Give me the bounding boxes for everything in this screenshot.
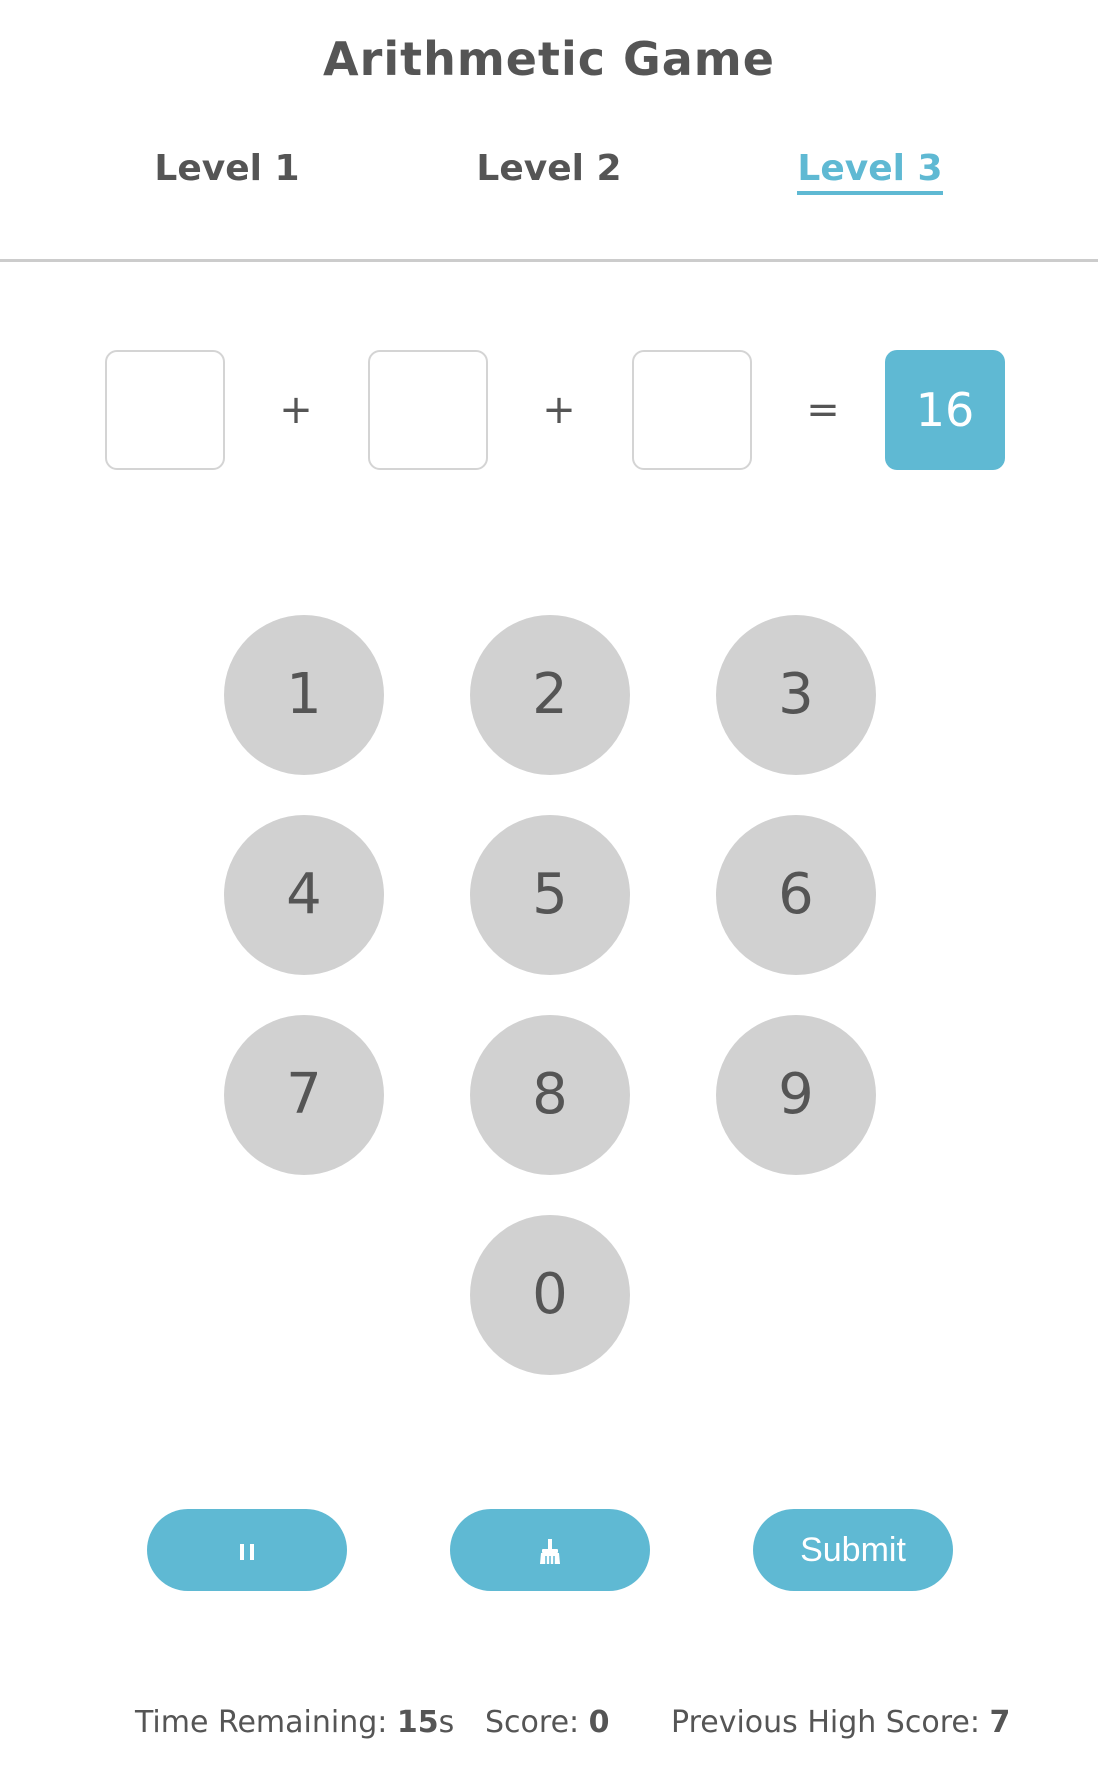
time-remaining-label: Time Remaining: (135, 1705, 397, 1740)
submit-button[interactable]: Submit (753, 1509, 953, 1591)
key-8[interactable]: 8 (470, 1015, 630, 1175)
pause-icon (238, 1531, 256, 1569)
divider (0, 259, 1098, 262)
plus-operator-2: + (542, 387, 576, 433)
key-3[interactable]: 3 (716, 615, 876, 775)
high-score-value: 7 (989, 1705, 1011, 1740)
key-6[interactable]: 6 (716, 815, 876, 975)
clear-button[interactable] (450, 1509, 650, 1591)
high-score-label: Previous High Score: (671, 1705, 990, 1740)
arithmetic-game: Arithmetic Game Level 1 Level 2 Level 3 … (0, 0, 1098, 1766)
tab-level-3-label: Level 3 (797, 148, 943, 195)
time-remaining-value: 15 (396, 1705, 439, 1740)
level-tabs: Level 1 Level 2 Level 3 (0, 148, 1098, 208)
key-5[interactable]: 5 (470, 815, 630, 975)
equation: + + = 16 (0, 350, 1098, 470)
time-remaining-unit: s (438, 1705, 455, 1740)
pause-button[interactable] (147, 1509, 347, 1591)
tab-level-1[interactable]: Level 1 (107, 148, 347, 191)
target-value: 16 (885, 350, 1005, 470)
answer-slot-2[interactable] (368, 350, 488, 470)
key-1[interactable]: 1 (224, 615, 384, 775)
time-remaining: Time Remaining: 15s (135, 1705, 454, 1740)
key-2[interactable]: 2 (470, 615, 630, 775)
answer-slot-1[interactable] (105, 350, 225, 470)
page-title: Arithmetic Game (323, 32, 775, 86)
equals-operator: = (806, 387, 840, 433)
key-9[interactable]: 9 (716, 1015, 876, 1175)
key-4[interactable]: 4 (224, 815, 384, 975)
tab-level-1-label: Level 1 (154, 148, 300, 189)
answer-slot-3[interactable] (632, 350, 752, 470)
tab-level-2[interactable]: Level 2 (429, 148, 669, 191)
key-0[interactable]: 0 (470, 1215, 630, 1375)
score-label: Score: (485, 1705, 589, 1740)
score-value: 0 (588, 1705, 610, 1740)
broom-icon (538, 1531, 562, 1569)
key-7[interactable]: 7 (224, 1015, 384, 1175)
high-score: Previous High Score: 7 (671, 1705, 1010, 1740)
score: Score: 0 (485, 1705, 610, 1740)
plus-operator-1: + (279, 387, 313, 433)
tab-level-2-label: Level 2 (476, 148, 622, 189)
tab-level-3[interactable]: Level 3 (750, 148, 990, 195)
